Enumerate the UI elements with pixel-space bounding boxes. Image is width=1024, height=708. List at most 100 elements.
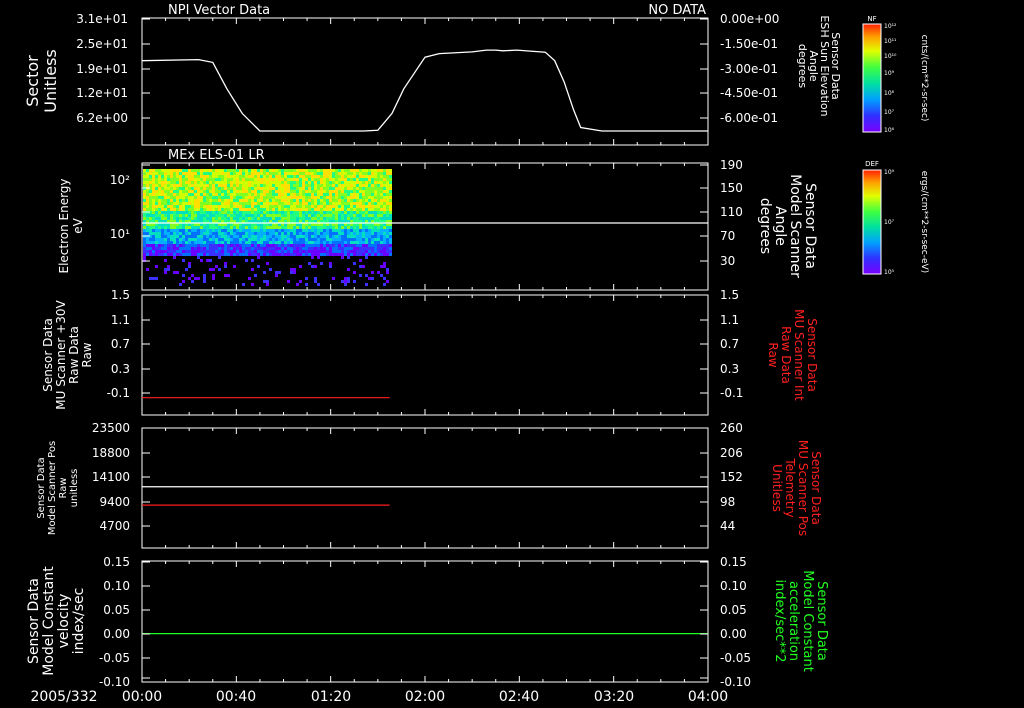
spectrogram-cell [212,250,215,253]
spectrogram-cell [281,214,284,217]
spectrogram-cell [149,232,152,235]
spectrogram-cell [269,247,272,250]
spectrogram-cell [371,226,374,229]
spectrogram-cell [152,187,155,190]
spectrogram-cell [359,241,362,244]
spectrogram-cell [242,232,245,235]
spectrogram-cell [389,208,392,211]
spectrogram-cell [368,196,371,199]
spectrogram-cell [380,232,383,235]
spectrogram-cell [257,199,260,202]
spectrogram-cell [227,274,230,277]
spectrogram-cell [338,229,341,232]
spectrogram-cell [215,253,218,256]
spectrogram-cell [344,229,347,232]
spectrogram-cell [260,235,263,238]
spectrogram-cell [248,172,251,175]
spectrogram-cell [281,178,284,181]
spectrogram-cell [353,238,356,241]
spectrogram-cell [362,265,365,268]
spectrogram-cell [200,175,203,178]
spectrogram-cell [167,268,170,271]
spectrogram-cell [209,172,212,175]
spectrogram-cell [206,241,209,244]
spectrogram-cell [368,214,371,217]
spectrogram-cell [194,277,197,280]
spectrogram-cell [221,226,224,229]
spectrogram-cell [230,232,233,235]
spectrogram-cell [371,199,374,202]
spectrogram-cell [194,199,197,202]
spectrogram-cell [308,175,311,178]
spectrogram-cell [317,199,320,202]
spectrogram-cell [146,181,149,184]
spectrogram-cell [320,208,323,211]
spectrogram-cell [353,217,356,220]
spectrogram-cell [341,241,344,244]
spectrogram-cell [383,253,386,256]
spectrogram-cell [170,181,173,184]
spectrogram-cell [230,238,233,241]
spectrogram-cell [149,217,152,220]
spectrogram-cell [146,253,149,256]
spectrogram-cell [182,196,185,199]
spectrogram-cell [215,265,218,268]
spectrogram-cell [377,187,380,190]
spectrogram-cell [200,190,203,193]
spectrogram-cell [191,184,194,187]
spectrogram-cell [323,211,326,214]
spectrogram-cell [284,199,287,202]
spectrogram-cell [242,193,245,196]
spectrogram-cell [194,211,197,214]
spectrogram-cell [359,244,362,247]
spectrogram-cell [350,229,353,232]
spectrogram-cell [191,187,194,190]
spectrogram-cell [287,187,290,190]
spectrogram-cell [317,253,320,256]
spectrogram-cell [185,241,188,244]
p3-ylabel-right: Sensor Data [805,318,819,392]
spectrogram-cell [305,193,308,196]
spectrogram-cell [170,211,173,214]
spectrogram-cell [278,208,281,211]
spectrogram-cell [383,214,386,217]
spectrogram-cell [173,169,176,172]
spectrogram-cell [215,226,218,229]
spectrogram-cell [236,199,239,202]
spectrogram-cell [212,217,215,220]
spectrogram-cell [350,217,353,220]
spectrogram-cell [167,265,170,268]
spectrogram-cell [344,169,347,172]
spectrogram-cell [218,196,221,199]
spectrogram-cell [245,241,248,244]
spectrogram-cell [173,181,176,184]
spectrogram-cell [161,217,164,220]
spectrogram-cell [278,235,281,238]
spectrogram-cell [314,250,317,253]
spectrogram-cell [371,205,374,208]
spectrogram-cell [173,226,176,229]
spectrogram-cell [371,241,374,244]
spectrogram-cell [146,190,149,193]
spectrogram-cell [332,178,335,181]
spectrogram-cell [164,235,167,238]
spectrogram-cell [332,226,335,229]
spectrogram-cell [353,250,356,253]
p2-ytick-left: 10¹ [110,227,130,241]
spectrogram-cell [155,241,158,244]
spectrogram-cell [311,229,314,232]
spectrogram-cell [248,190,251,193]
spectrogram-cell [245,190,248,193]
spectrogram-cell [242,208,245,211]
spectrogram-cell [353,262,356,265]
spectrogram-cell [182,205,185,208]
spectrogram-cell [356,217,359,220]
spectrogram-cell [155,208,158,211]
spectrogram-cell [188,214,191,217]
spectrogram-cell [356,208,359,211]
spectrogram-cell [185,238,188,241]
spectrogram-cell [284,244,287,247]
spectrogram-cell [293,268,296,271]
spectrogram-cell [308,196,311,199]
spectrogram-cell [329,214,332,217]
